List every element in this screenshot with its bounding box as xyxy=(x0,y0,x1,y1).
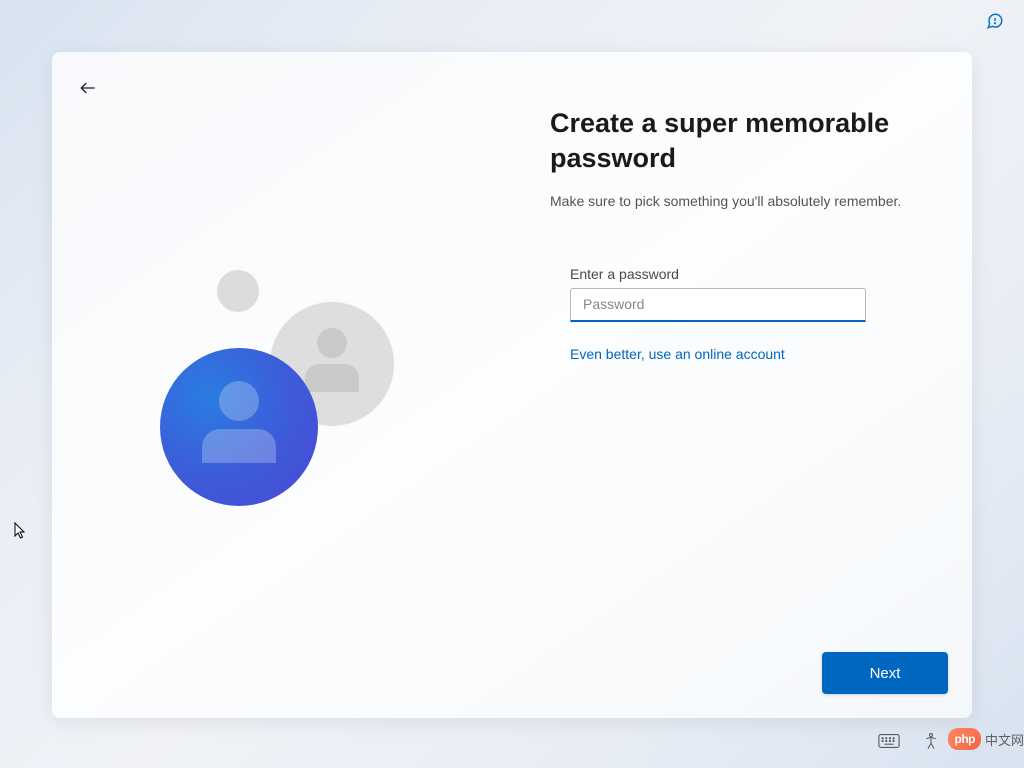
back-button[interactable] xyxy=(76,76,100,100)
accessibility-icon[interactable] xyxy=(922,732,940,750)
watermark: php 中文网 xyxy=(948,728,1024,750)
feedback-icon[interactable] xyxy=(986,12,1004,30)
keyboard-icon[interactable] xyxy=(878,733,900,749)
password-input[interactable] xyxy=(570,288,866,322)
watermark-text: 中文网 xyxy=(985,730,1024,749)
decorative-circle xyxy=(217,270,259,312)
page-subtitle: Make sure to pick something you'll absol… xyxy=(550,192,930,212)
avatar-illustration xyxy=(160,270,450,560)
password-label: Enter a password xyxy=(570,266,930,282)
online-account-link[interactable]: Even better, use an online account xyxy=(570,346,785,362)
next-button[interactable]: Next xyxy=(822,652,948,694)
watermark-badge: php xyxy=(948,728,981,750)
avatar-primary-icon xyxy=(160,348,318,506)
page-title: Create a super memorable password xyxy=(550,106,930,176)
cursor-icon xyxy=(14,522,28,545)
setup-card: Create a super memorable password Make s… xyxy=(52,52,972,718)
